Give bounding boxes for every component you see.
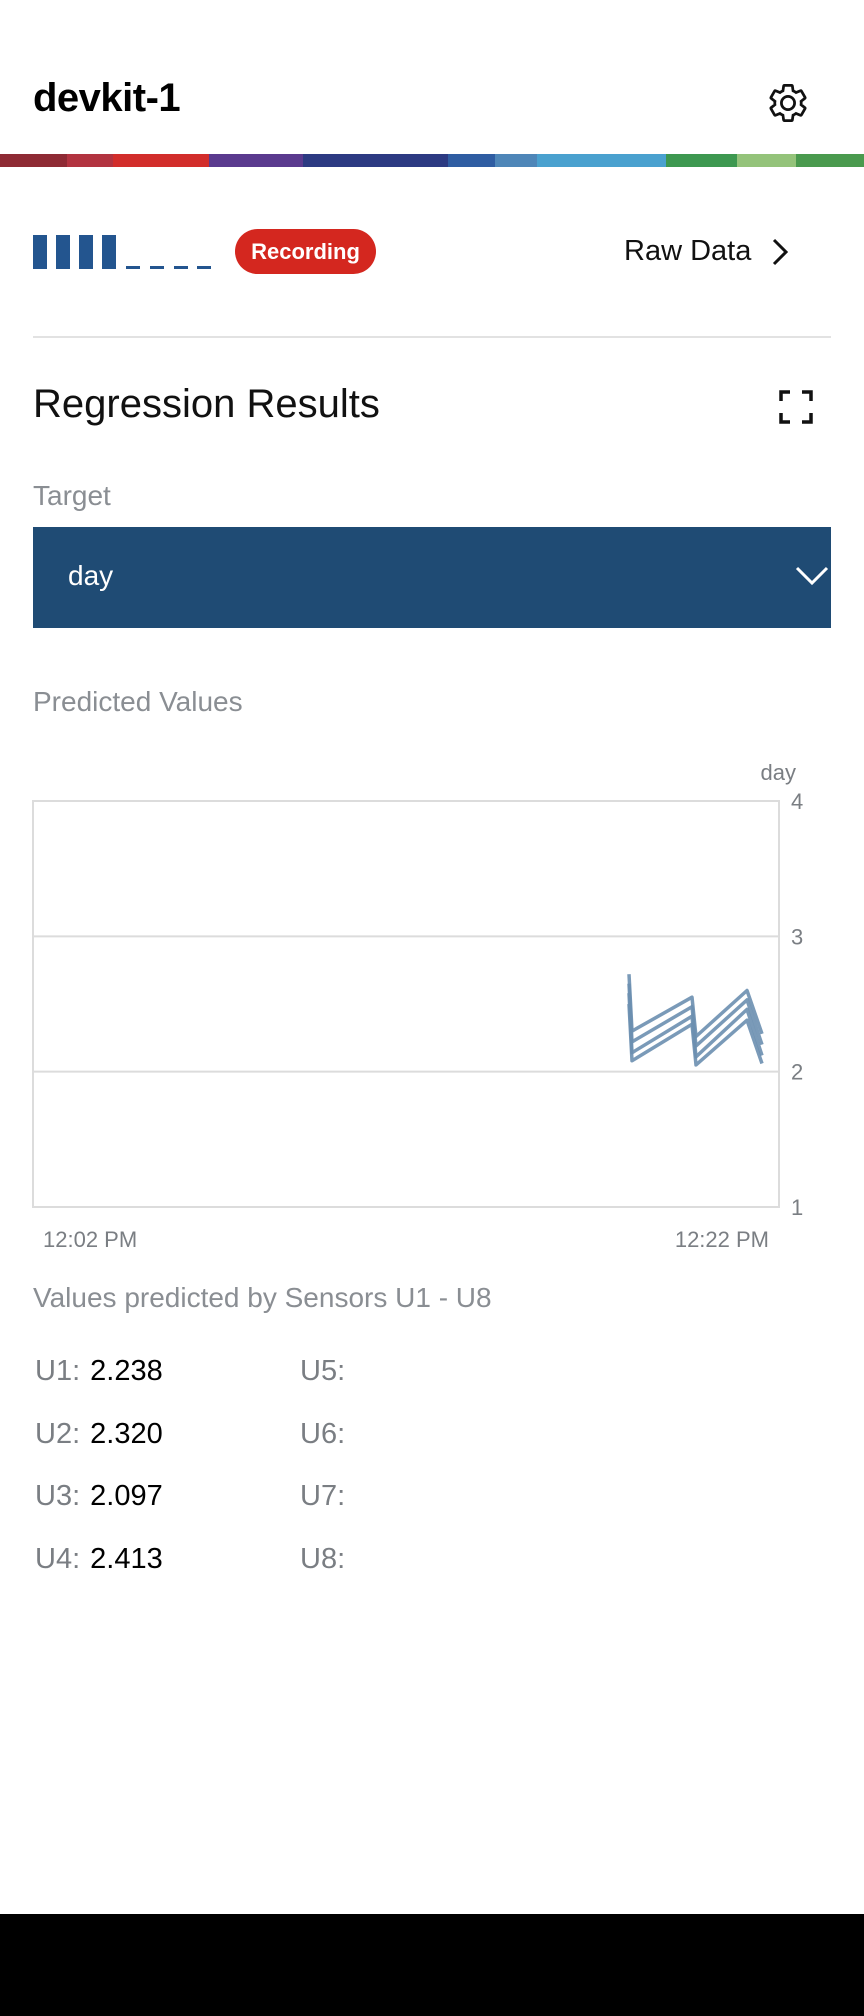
sensor-u5: U5: bbox=[300, 1355, 355, 1388]
brand-color-bar bbox=[0, 154, 864, 167]
sensor-value: 2.320 bbox=[90, 1418, 163, 1450]
x-tick-label: 12:02 PM bbox=[43, 1227, 137, 1252]
sensor-key: U8: bbox=[300, 1543, 346, 1575]
y-tick-label: 4 bbox=[791, 789, 803, 814]
signal-strength-icon bbox=[33, 235, 211, 269]
fullscreen-icon[interactable] bbox=[779, 390, 813, 424]
sensor-key: U3: bbox=[35, 1480, 81, 1512]
predicted-values-title: Predicted Values bbox=[33, 686, 243, 717]
sensor-u8: U8: bbox=[300, 1543, 355, 1576]
recording-badge: Recording bbox=[235, 229, 376, 274]
sensor-value: 2.097 bbox=[90, 1480, 163, 1512]
y-tick-label: 3 bbox=[791, 924, 803, 949]
gear-icon[interactable] bbox=[766, 81, 810, 125]
target-select[interactable]: day bbox=[33, 527, 831, 628]
sensor-key: U4: bbox=[35, 1543, 81, 1575]
sensor-key: U7: bbox=[300, 1480, 346, 1512]
sensor-key: U6: bbox=[300, 1418, 346, 1450]
app-header: devkit-1 bbox=[0, 0, 864, 158]
sensor-value: 2.413 bbox=[90, 1543, 163, 1575]
raw-data-label: Raw Data bbox=[624, 235, 752, 267]
sensor-value: 2.238 bbox=[90, 1355, 163, 1387]
y-tick-label: 1 bbox=[791, 1195, 803, 1220]
sensor-u4: U4: 2.413 bbox=[35, 1543, 163, 1576]
sensor-key: U5: bbox=[300, 1355, 346, 1387]
sensor-u2: U2: 2.320 bbox=[35, 1418, 163, 1451]
target-label: Target bbox=[33, 480, 111, 511]
predicted-values-chart: 4 3 2 1 day 12:02 PM 12:22 PM bbox=[32, 760, 803, 1252]
y-tick-label: 2 bbox=[791, 1060, 803, 1085]
chart-frame bbox=[32, 800, 780, 1208]
section-divider bbox=[33, 336, 831, 338]
device-title: devkit-1 bbox=[33, 76, 181, 120]
sensor-key: U1: bbox=[35, 1355, 81, 1387]
system-navigation-bar bbox=[0, 1914, 864, 2016]
sensor-u1: U1: 2.238 bbox=[35, 1355, 163, 1388]
y-axis-label: day bbox=[761, 760, 796, 785]
sensor-key: U2: bbox=[35, 1418, 81, 1450]
target-select-value: day bbox=[68, 560, 114, 591]
chevron-right-icon bbox=[773, 238, 789, 265]
sensor-u6: U6: bbox=[300, 1418, 355, 1451]
chevron-down-icon bbox=[795, 566, 829, 586]
sensor-u7: U7: bbox=[300, 1480, 355, 1513]
sensor-description: Values predicted by Sensors U1 - U8 bbox=[33, 1282, 492, 1313]
section-title: Regression Results bbox=[33, 382, 380, 426]
sensor-u3: U3: 2.097 bbox=[35, 1480, 163, 1513]
raw-data-link[interactable]: Raw Data bbox=[624, 229, 791, 274]
x-tick-label: 12:22 PM bbox=[675, 1227, 769, 1252]
